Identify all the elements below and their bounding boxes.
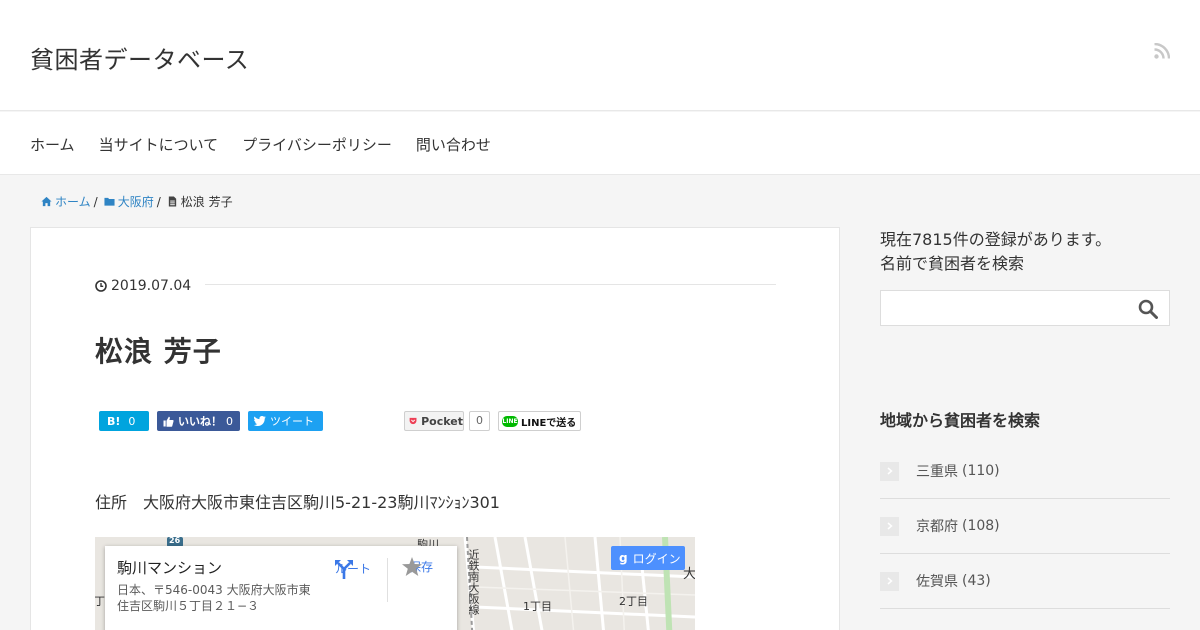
map-save-button[interactable]: 保存 — [401, 556, 441, 576]
google-g-icon: g — [619, 551, 628, 565]
region-search-heading: 地域から貧困者を検索 — [880, 411, 1041, 430]
map-label-chome2: 2丁目 — [619, 595, 648, 608]
region-list: 三重県 (110) 京都府 (108) 佐賀県 (43) — [880, 444, 1170, 609]
pocket-label: Pocket — [421, 414, 463, 428]
nav-item-contact[interactable]: 問い合わせ — [416, 134, 491, 155]
tweet-label: ツイート — [270, 415, 314, 428]
region-item-saga[interactable]: 佐賀県 (43) — [880, 554, 1170, 609]
registration-count: 現在7815件の登録があります。 — [880, 230, 1112, 249]
map-place-name: 駒川マンション — [117, 559, 223, 577]
map-label-rail: 近鉄南大阪線 — [467, 549, 480, 615]
twitter-bird-icon — [254, 416, 266, 426]
facebook-like-button[interactable]: いいね！ 0 — [157, 411, 240, 431]
document-icon — [168, 196, 176, 207]
embedded-map[interactable]: 駒川 26 近鉄南大阪線 1丁目 2丁目 大 丁目 駒川マンション 日本、〒54… — [95, 537, 695, 630]
map-directions-button[interactable]: ルート — [333, 558, 373, 579]
rss-icon[interactable] — [1154, 42, 1171, 59]
region-name: 三重県 — [916, 464, 958, 480]
date-divider — [205, 284, 776, 285]
breadcrumb-category[interactable]: 大阪府 — [118, 193, 154, 210]
nav-item-privacy-policy[interactable]: プライバシーポリシー — [242, 134, 392, 155]
map-login-button[interactable]: g ログイン — [611, 546, 685, 570]
hatena-bookmark-button[interactable]: B! 0 — [99, 411, 149, 431]
chevron-right-icon — [880, 571, 899, 591]
tweet-button[interactable]: ツイート — [248, 411, 323, 431]
article-card: 2019.07.04 松浪 芳子 B! 0 いいね！ 0 ツイート Pocket… — [30, 227, 840, 630]
chevron-right-icon — [880, 516, 899, 536]
map-card-divider — [387, 558, 388, 602]
name-search-heading: 名前で貧困者を検索 — [880, 254, 1025, 273]
post-title: 松浪 芳子 — [95, 335, 222, 368]
region-count: (43) — [962, 573, 991, 589]
nav-item-about[interactable]: 当サイトについて — [99, 134, 219, 155]
region-item-kyoto[interactable]: 京都府 (108) — [880, 499, 1170, 554]
pocket-icon — [409, 417, 417, 425]
facebook-count: 0 — [226, 414, 233, 428]
clock-icon — [95, 280, 107, 292]
map-place-address: 日本、〒546-0043 大阪府大阪市東住吉区駒川５丁目２１−３ — [117, 583, 311, 613]
facebook-label: いいね！ — [178, 415, 222, 428]
site-header: 貧困者データベース — [0, 0, 1200, 111]
post-date: 2019.07.04 — [95, 278, 191, 294]
directions-icon — [335, 560, 353, 579]
nav-item-home[interactable]: ホーム — [30, 134, 75, 155]
breadcrumb-separator: / — [93, 194, 98, 209]
region-name: 佐賀県 — [916, 574, 958, 590]
region-count: (108) — [962, 518, 1000, 534]
post-address: 住所 大阪府大阪市東住吉区駒川5-21-23駒川ﾏﾝｼｮﾝ301 — [95, 493, 500, 512]
site-title[interactable]: 貧困者データベース — [30, 40, 249, 75]
breadcrumb-current: 松浪 芳子 — [180, 195, 233, 209]
breadcrumb-home[interactable]: ホーム — [55, 193, 91, 210]
name-search-input[interactable] — [880, 290, 1170, 326]
line-icon: LINE — [502, 415, 518, 427]
hatena-label: B! — [107, 414, 121, 428]
map-label-chome1: 1丁目 — [523, 600, 552, 613]
pocket-button[interactable]: Pocket — [404, 411, 464, 431]
post-date-text: 2019.07.04 — [111, 278, 192, 294]
breadcrumb: ホーム / 大阪府 / 松浪 芳子 — [41, 193, 233, 210]
sidebar-stats: 現在7815件の登録があります。 名前で貧困者を検索 — [880, 228, 1111, 276]
global-nav: ホーム 当サイトについて プライバシーポリシー 問い合わせ — [0, 112, 1200, 175]
map-login-label: ログイン — [632, 551, 681, 566]
map-info-card: 駒川マンション 日本、〒546-0043 大阪府大阪市東住吉区駒川５丁目２１−３… — [105, 546, 457, 630]
breadcrumb-separator: / — [156, 194, 161, 209]
line-share-button[interactable]: LINE LINEで送る — [498, 411, 581, 431]
star-icon — [402, 557, 422, 576]
hatena-count: 0 — [128, 414, 136, 428]
pocket-count: 0 — [469, 411, 490, 431]
map-label-route26: 26 — [169, 537, 181, 545]
thumbs-up-icon — [163, 416, 174, 427]
region-count: (110) — [962, 463, 1000, 479]
line-label: LINEで送る — [521, 417, 577, 429]
region-name: 京都府 — [916, 519, 958, 535]
chevron-right-icon — [880, 461, 899, 481]
region-item-mie[interactable]: 三重県 (110) — [880, 444, 1170, 499]
home-icon — [41, 196, 52, 207]
folder-icon — [104, 197, 115, 206]
search-icon[interactable] — [1138, 299, 1158, 319]
